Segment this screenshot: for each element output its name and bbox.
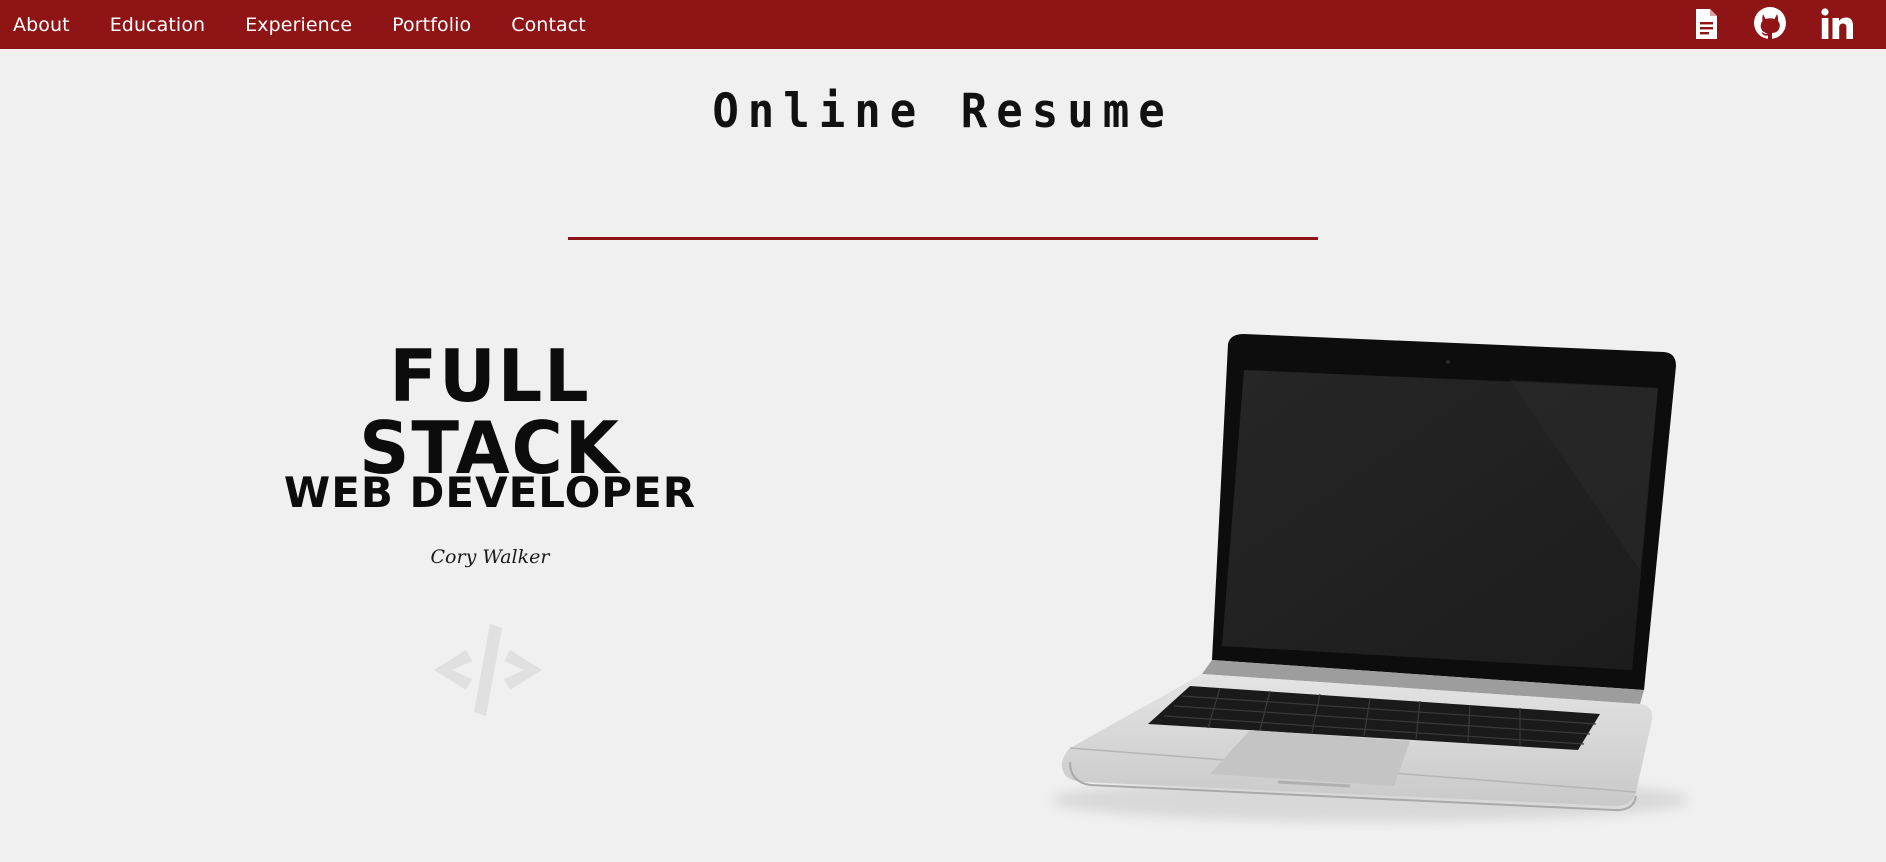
nav-link-portfolio[interactable]: Portfolio [392, 14, 471, 36]
nav-link-contact[interactable]: Contact [511, 14, 586, 36]
hero-subheading: WEB DEVELOPER [283, 468, 697, 517]
top-navbar: About Education Experience Portfolio Con… [0, 0, 1886, 49]
nav-link-education[interactable]: Education [110, 14, 206, 36]
title-divider [568, 237, 1318, 240]
hero-heading: FULL STACK [359, 334, 621, 490]
code-icon [428, 620, 548, 720]
nav-link-experience[interactable]: Experience [245, 14, 352, 36]
page-title: Online Resume [712, 83, 1174, 140]
nav-link-about[interactable]: About [13, 14, 70, 36]
hero-name: Cory Walker [430, 546, 550, 568]
nav-links: About Education Experience Portfolio Con… [0, 0, 613, 49]
laptop-image [1040, 330, 1700, 830]
document-icon[interactable] [1686, 5, 1726, 43]
linkedin-icon[interactable] [1818, 5, 1858, 43]
github-icon[interactable] [1750, 5, 1790, 43]
